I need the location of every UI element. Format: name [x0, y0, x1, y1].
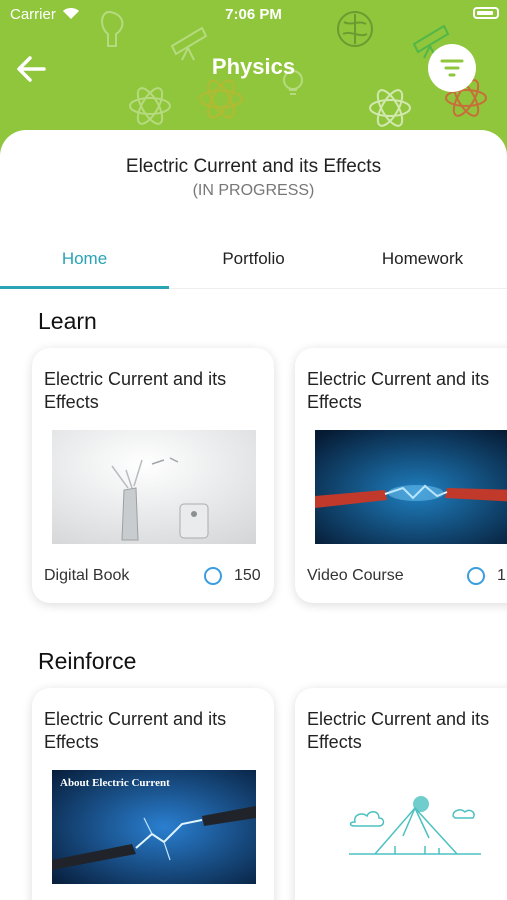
status-bar: Carrier 7:06 PM [0, 4, 507, 26]
tab-portfolio[interactable]: Portfolio [169, 230, 338, 288]
section-title-reinforce: Reinforce [38, 648, 137, 674]
card-thumbnail: About Electric Current [52, 770, 256, 884]
atom-doodle-icon [129, 87, 171, 125]
progress-ring-icon [204, 567, 222, 585]
card-count: 150 [234, 567, 261, 584]
tab-home[interactable]: Home [0, 230, 169, 289]
card-title: Electric Current and its Effects [44, 369, 227, 412]
card-title: Electric Current and its Effects [307, 369, 490, 412]
card-title: Electric Current and its Effects [44, 709, 227, 752]
card-count: 1 [497, 567, 506, 584]
progress-ring-icon [467, 567, 485, 585]
mountain-illustration-icon [349, 796, 481, 855]
filter-button[interactable] [428, 44, 476, 92]
card-thumbnail [52, 430, 256, 544]
filter-icon [440, 59, 464, 77]
status-time: 7:06 PM [225, 6, 282, 23]
card-type: Video Course [307, 567, 404, 584]
card-thumbnail [315, 430, 507, 544]
card-title: Electric Current and its Effects [307, 709, 490, 752]
atom-doodle-icon [199, 79, 243, 119]
topic-title: Electric Current and its Effects [125, 156, 382, 177]
learn-card-digital-book[interactable]: Electric Current and its Effects Digital… [32, 348, 274, 603]
card-type: Digital Book [44, 567, 130, 584]
learn-card-video-course[interactable]: Electric Current and its Effects Video C… [295, 348, 507, 603]
battery-icon [473, 7, 499, 19]
reinforce-card[interactable]: Electric Current and its Effects [295, 688, 507, 900]
tab-homework[interactable]: Homework [338, 230, 507, 288]
section-title-learn: Learn [38, 308, 97, 334]
tab-bar: Home Portfolio Homework [0, 230, 507, 289]
topic-status: (IN PROGRESS) [192, 182, 315, 199]
content-sheet: Electric Current and its Effects (IN PRO… [0, 130, 507, 900]
thumb-caption: About Electric Current [60, 777, 170, 789]
atom-doodle-icon [369, 89, 411, 127]
reinforce-card[interactable]: Electric Current and its Effects About E… [32, 688, 274, 900]
